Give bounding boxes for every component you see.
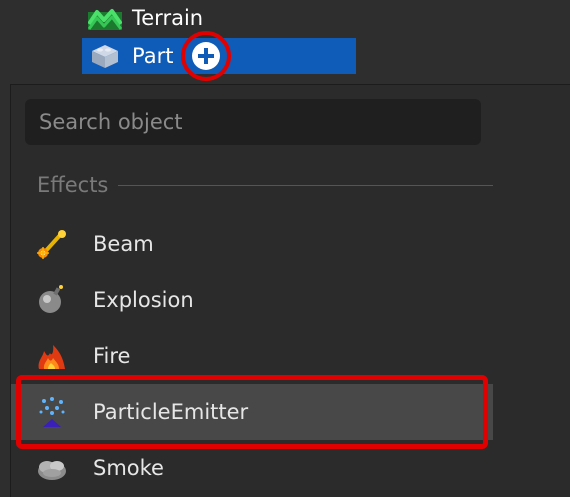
menu-item-label: Fire [93,344,131,368]
particle-emitter-icon [35,395,69,429]
search-input[interactable] [37,109,481,135]
fire-icon [35,339,69,373]
section-title: Effects [37,173,109,197]
section-header-effects: Effects [37,173,493,197]
smoke-icon [35,451,69,485]
terrain-icon [88,6,122,30]
menu-item-label: Explosion [93,288,194,312]
beam-icon [35,227,69,261]
menu-item-label: Smoke [93,456,164,480]
menu-item-beam[interactable]: Beam [11,216,493,272]
search-field[interactable] [25,99,481,145]
menu-item-fire[interactable]: Fire [11,328,493,384]
menu-item-smoke[interactable]: Smoke [11,440,493,496]
section-divider [118,184,493,186]
insert-object-button[interactable] [181,31,231,81]
menu-item-label: ParticleEmitter [93,400,249,424]
menu-item-label: Beam [93,232,154,256]
tree-item-label: Terrain [132,6,204,30]
menu-item-explosion[interactable]: Explosion [11,272,493,328]
insert-object-menu: Effects Beam [10,84,570,497]
tree-item-label: Part [132,44,174,68]
explosion-icon [35,283,69,317]
explorer-tree: Terrain Part [0,0,570,81]
studio-window: Terrain Part Search object Effects Beam … [0,0,570,497]
tree-item-terrain[interactable]: Terrain [88,0,203,36]
plus-icon [192,42,220,70]
part-icon [88,42,122,70]
menu-item-particle-emitter[interactable]: ParticleEmitter [11,384,493,440]
